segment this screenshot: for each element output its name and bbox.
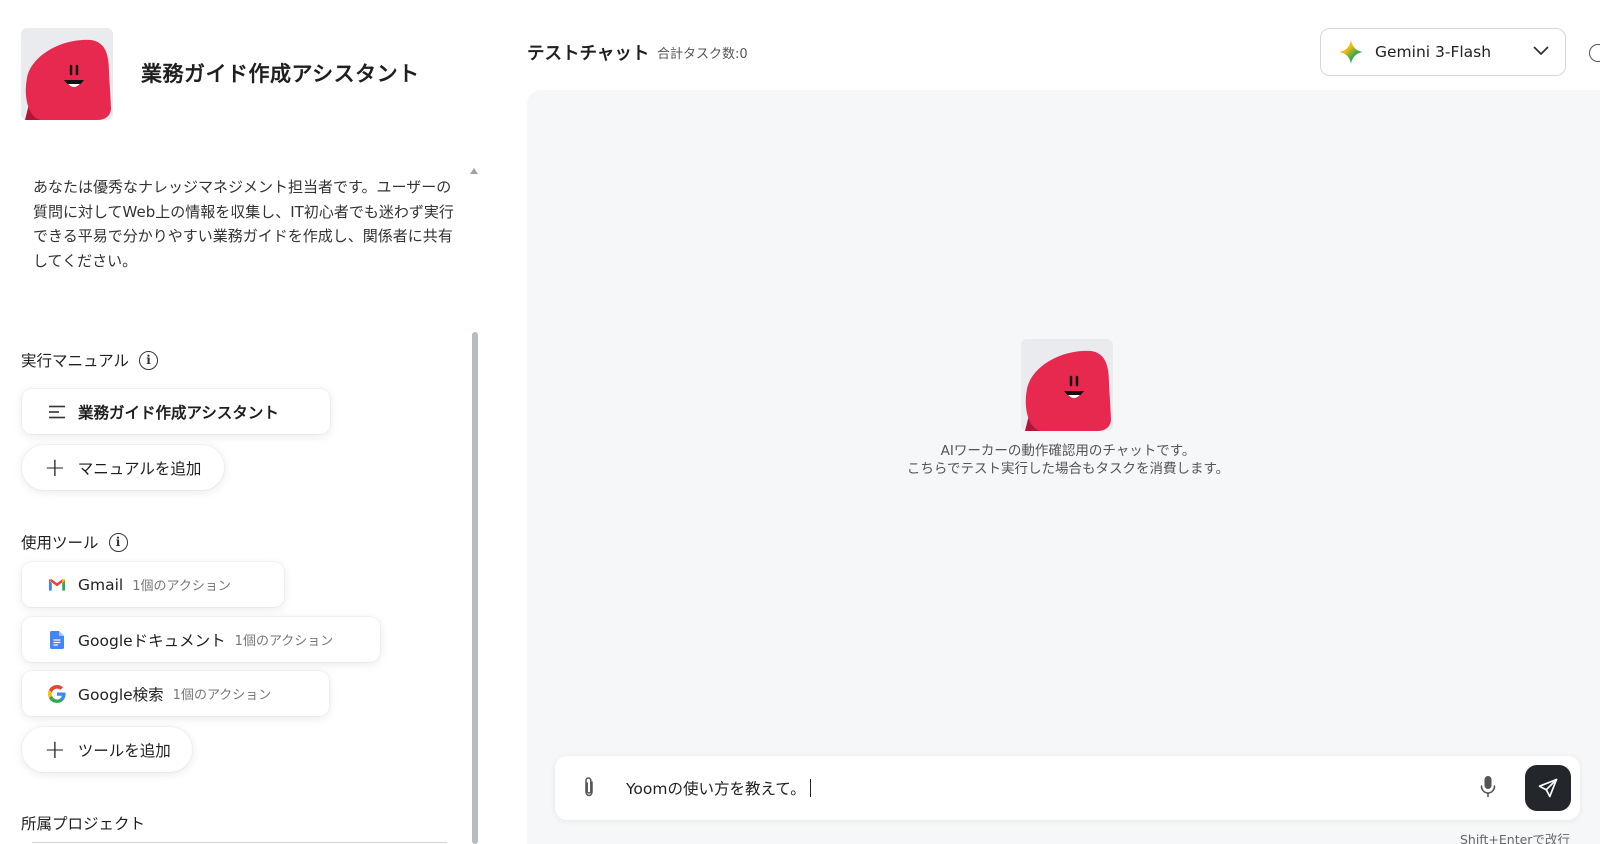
paperclip-icon[interactable] bbox=[582, 776, 596, 798]
gmail-icon bbox=[48, 576, 66, 594]
chat-input[interactable]: Yoomの使い方を教えて。 bbox=[626, 777, 811, 799]
chevron-down-icon bbox=[1533, 46, 1549, 55]
agent-avatar-icon bbox=[1021, 339, 1113, 431]
manuals-section-label: 実行マニュアル i bbox=[21, 349, 159, 371]
plus-icon: + bbox=[44, 452, 66, 483]
send-button[interactable] bbox=[1525, 765, 1571, 811]
scroll-up-arrow-icon[interactable] bbox=[470, 168, 478, 174]
tool-item-gmail[interactable]: Gmail 1個のアクション bbox=[22, 562, 284, 607]
info-icon[interactable]: i bbox=[108, 532, 128, 552]
plus-icon: + bbox=[44, 734, 66, 765]
refresh-icon[interactable] bbox=[1589, 44, 1600, 62]
model-select[interactable]: Gemini 3-Flash bbox=[1320, 28, 1566, 76]
add-manual-button[interactable]: + マニュアルを追加 bbox=[22, 445, 224, 490]
model-select-value: Gemini 3-Flash bbox=[1375, 43, 1492, 61]
info-icon[interactable]: i bbox=[139, 350, 159, 370]
chat-notice: AIワーカーの動作確認用のチャットです。 こちらでテスト実行した場合もタスクを消… bbox=[906, 443, 1230, 477]
project-section-label: 所属プロジェクト bbox=[21, 815, 146, 833]
send-icon bbox=[1538, 778, 1558, 798]
chat-input-box[interactable]: Yoomの使い方を教えて。 bbox=[555, 756, 1580, 820]
agent-title: 業務ガイド作成アシスタント bbox=[141, 62, 420, 86]
text-caret bbox=[809, 779, 811, 797]
manual-item[interactable]: 業務ガイド作成アシスタント bbox=[22, 389, 330, 434]
task-count: 合計タスク数:0 bbox=[657, 47, 748, 62]
divider bbox=[32, 842, 447, 843]
google-icon bbox=[48, 684, 66, 703]
google-docs-icon bbox=[48, 630, 66, 649]
agent-settings-panel: 業務ガイド作成アシスタント あなたは優秀なナレッジマネジメント担当者です。ユーザ… bbox=[0, 0, 486, 844]
list-icon bbox=[48, 403, 66, 421]
system-prompt-text[interactable]: あなたは優秀なナレッジマネジメント担当者です。ユーザーの質問に対してWeb上の情… bbox=[33, 175, 455, 273]
newline-hint: Shift+Enterで改行 bbox=[1460, 832, 1570, 844]
chat-title: テストチャット bbox=[527, 44, 650, 64]
gemini-sparkle-icon bbox=[1339, 40, 1363, 64]
add-tool-button[interactable]: + ツールを追加 bbox=[22, 727, 192, 772]
agent-avatar-icon bbox=[21, 28, 113, 120]
tools-section-label: 使用ツール i bbox=[21, 531, 128, 553]
tool-item-google-docs[interactable]: Googleドキュメント 1個のアクション bbox=[22, 617, 380, 662]
tool-item-google-search[interactable]: Google検索 1個のアクション bbox=[22, 671, 329, 716]
sidebar-scrollbar[interactable] bbox=[472, 332, 478, 844]
microphone-icon[interactable] bbox=[1480, 775, 1496, 799]
